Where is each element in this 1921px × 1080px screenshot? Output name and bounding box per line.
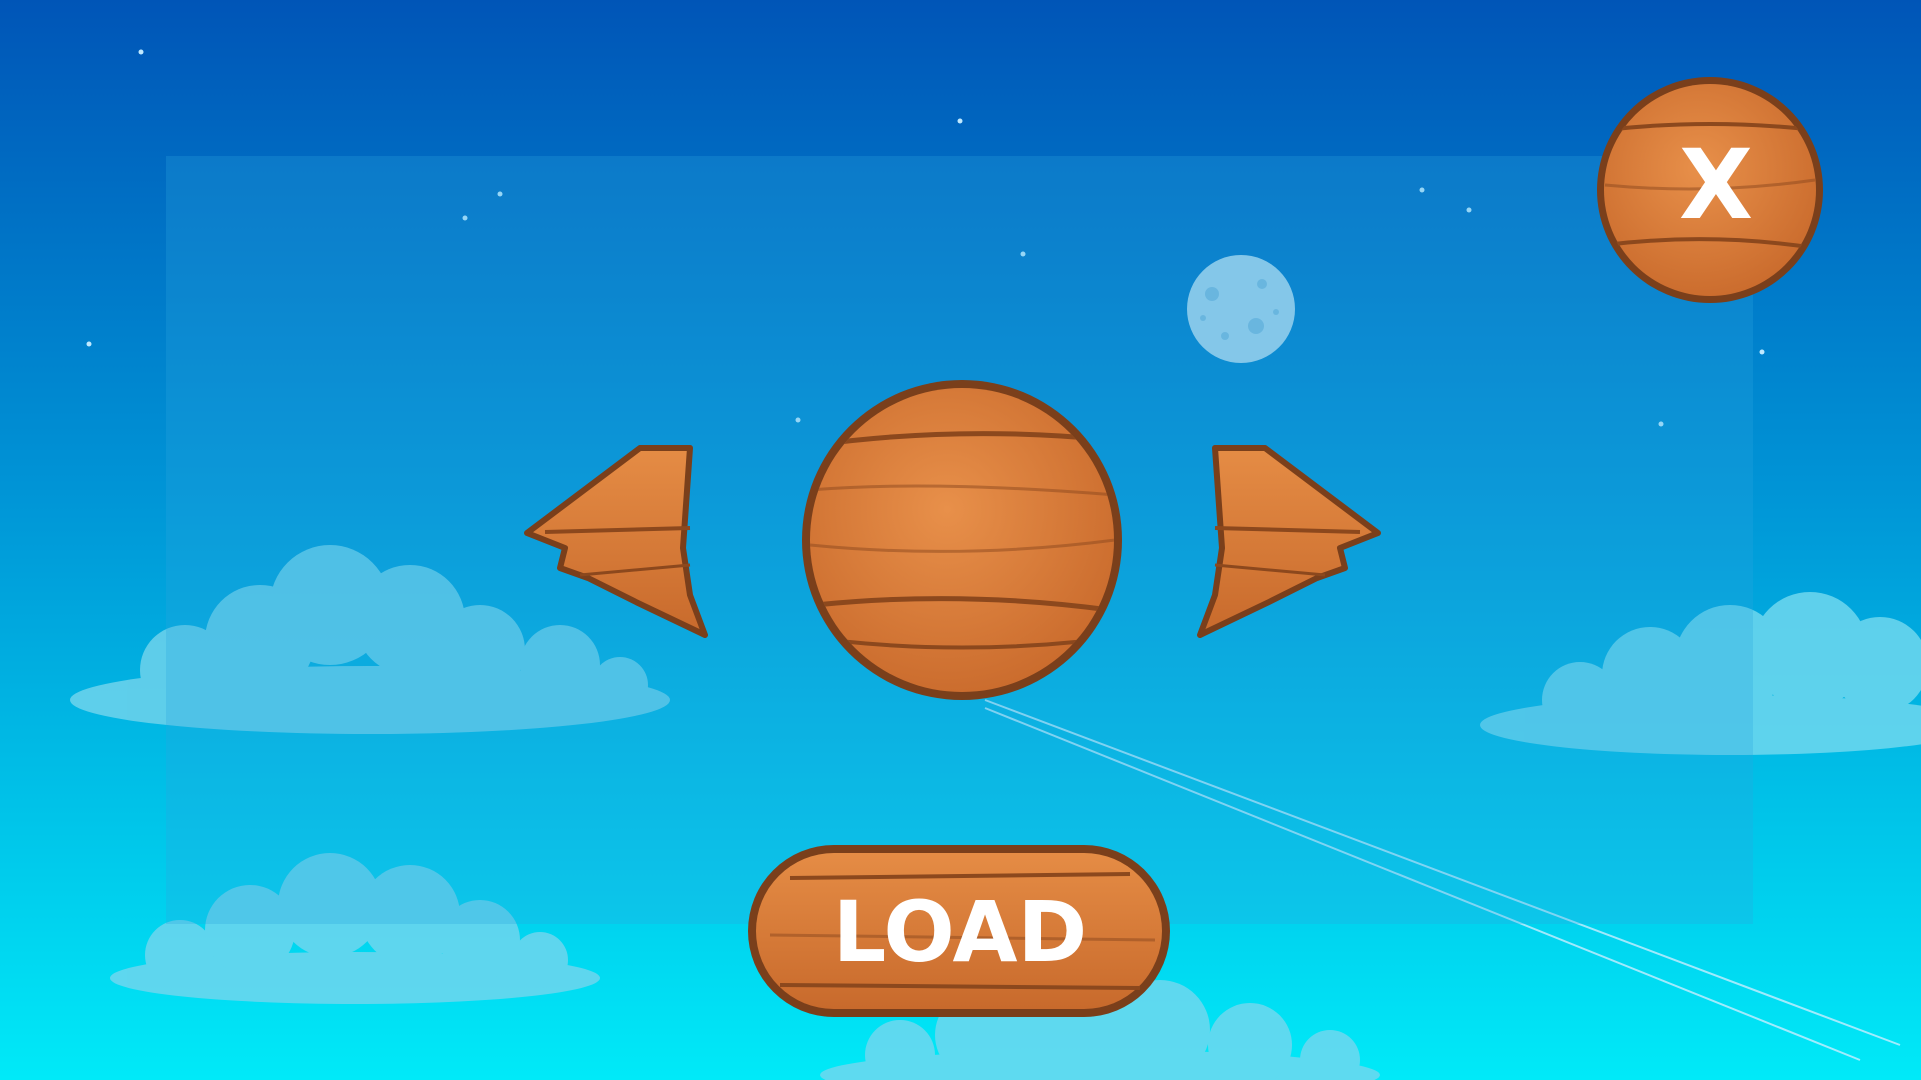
- level-select-button[interactable]: [802, 380, 1122, 700]
- load-button-label: LOAD: [833, 883, 1087, 981]
- game-scene: X LOAD: [0, 0, 1921, 1080]
- load-button[interactable]: LOAD: [748, 845, 1170, 1017]
- close-icon: X: [1679, 129, 1753, 241]
- close-button[interactable]: X: [1597, 77, 1823, 303]
